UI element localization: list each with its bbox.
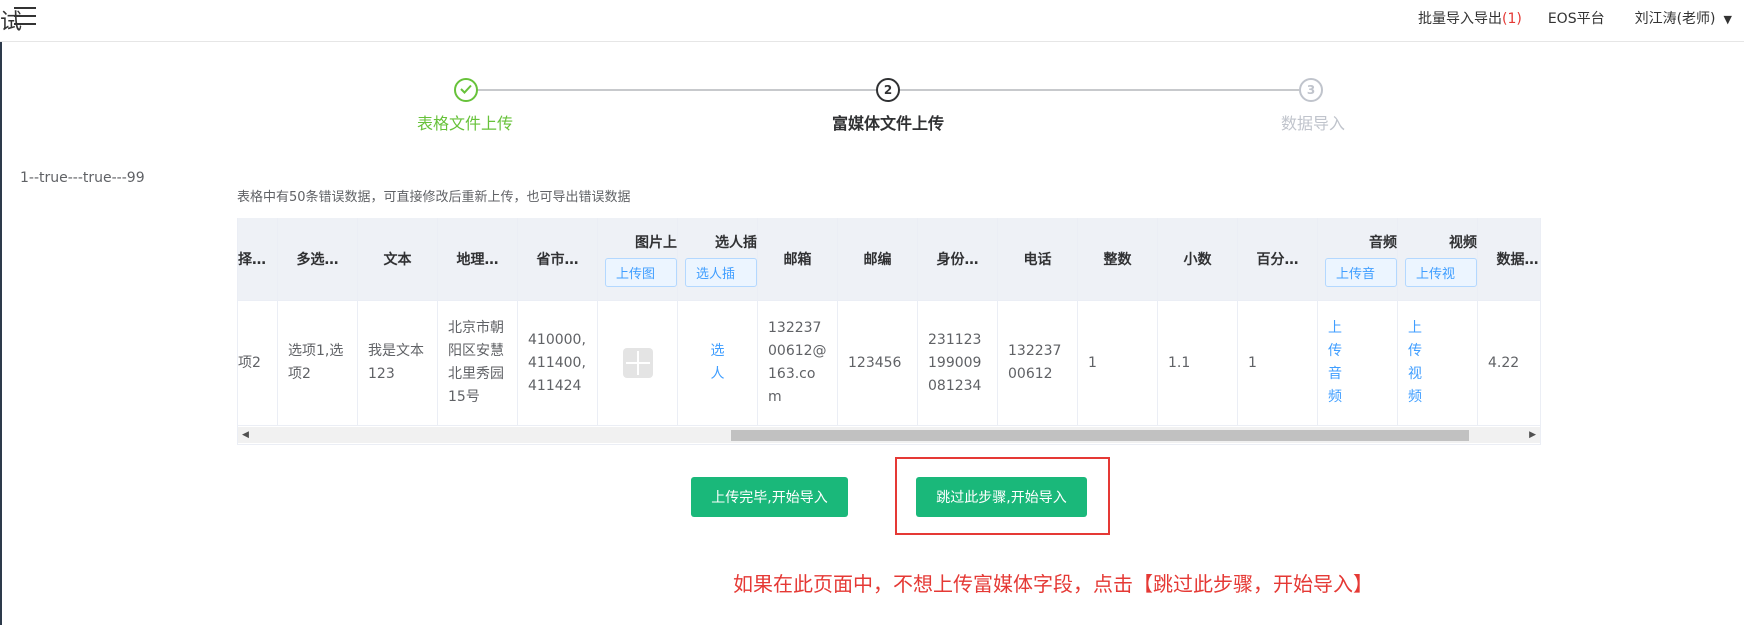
batch-import-export-label: 批量导入导出 [1417, 11, 1502, 27]
col-header-multi-choice: 多选… [278, 218, 358, 300]
debug-text: 1--true---true---99 [20, 170, 145, 186]
upload-audio-char: 传 [1328, 343, 1342, 359]
col-header-percent: 百分… [1238, 218, 1318, 300]
cell-person: 选人 [678, 301, 758, 425]
cell-email: 13223700612@163.com [758, 301, 838, 425]
col-header-zip: 邮编 [838, 218, 918, 300]
upload-audio-link[interactable]: 上 传 音 频 [1328, 317, 1344, 409]
step-1-check-icon [454, 78, 478, 102]
cell-phone: 13223700612 [998, 301, 1078, 425]
image-placeholder-icon[interactable] [622, 348, 653, 378]
col-header-phone: 电话 [998, 218, 1078, 300]
upload-video-button[interactable]: 上传视 [1405, 257, 1477, 287]
data-table: 择… 多选… 文本 地理… 省市… 图片上 上传图 选人插 选人插 邮箱 邮编 … [237, 218, 1541, 445]
select-person-button[interactable]: 选人插 [685, 257, 757, 287]
upload-audio-char: 上 [1328, 320, 1342, 336]
eos-platform-link[interactable]: EOS平台 [1548, 8, 1605, 28]
cell-multi-choice: 选项1,选项2 [278, 301, 358, 425]
col-header-single-choice: 择… [238, 218, 278, 300]
col-header-audio: 音频 上传音 [1318, 218, 1398, 300]
header-actions: 批量导入导出(1) EOS平台 刘江涛(老师) ▼ [1418, 0, 1744, 36]
cell-text: 我是文本123 [358, 301, 438, 425]
cell-image [598, 301, 678, 425]
col-header-person-label: 选人插 [715, 234, 757, 251]
step-2-number: 2 [876, 78, 900, 102]
col-header-audio-label: 音频 [1369, 234, 1397, 251]
col-header-idcard: 身份… [918, 218, 998, 300]
user-name: 刘江涛(老师) [1634, 11, 1716, 27]
top-bar: 试 批量导入导出(1) EOS平台 刘江涛(老师) ▼ [0, 0, 1744, 42]
cell-audio: 上 传 音 频 [1318, 301, 1398, 425]
step-connector [899, 89, 1299, 91]
col-header-image-label: 图片上 [635, 234, 677, 251]
cell-video: 上 传 视 频 [1398, 301, 1478, 425]
cell-idcard: 231123199009081234 [918, 301, 998, 425]
hamburger-menu-icon[interactable] [14, 7, 38, 27]
upload-done-start-import-button[interactable]: 上传完毕,开始导入 [691, 477, 848, 517]
col-header-data: 数据… [1478, 218, 1540, 300]
upload-audio-char: 音 [1328, 366, 1342, 382]
step-connector [476, 89, 877, 91]
upload-audio-button[interactable]: 上传音 [1325, 257, 1397, 287]
upload-video-char: 视 [1408, 366, 1422, 382]
col-header-person: 选人插 选人插 [678, 218, 758, 300]
upload-video-char: 频 [1408, 389, 1422, 405]
col-header-video-label: 视频 [1449, 234, 1477, 251]
cell-percent: 1 [1238, 301, 1318, 425]
user-menu[interactable]: 刘江涛(老师) ▼ [1635, 8, 1732, 28]
cell-region: 410000,411400,411424 [518, 301, 598, 425]
col-header-text: 文本 [358, 218, 438, 300]
col-header-image: 图片上 上传图 [598, 218, 678, 300]
error-notice: 表格中有50条错误数据，可直接修改后重新上传，也可导出错误数据 [237, 190, 631, 205]
col-header-geo: 地理… [438, 218, 518, 300]
upload-video-char: 上 [1408, 320, 1422, 336]
table-header-row: 择… 多选… 文本 地理… 省市… 图片上 上传图 选人插 选人插 邮箱 邮编 … [238, 218, 1540, 300]
upload-video-char: 传 [1408, 343, 1422, 359]
select-person-link[interactable]: 选人 [710, 340, 726, 386]
cell-single-choice: 项2 [238, 301, 278, 425]
sidebar-edge [0, 42, 2, 625]
cell-data: 4.22 [1478, 301, 1540, 425]
table-row: 项2 选项1,选项2 我是文本123 北京市朝阳区安慧北里秀园15号 41000… [238, 300, 1540, 426]
upload-image-button[interactable]: 上传图 [605, 257, 677, 287]
cell-zip: 123456 [838, 301, 918, 425]
cell-integer: 1 [1078, 301, 1158, 425]
scrollbar-thumb[interactable] [731, 430, 1469, 441]
step-2-title: 富媒体文件上传 [832, 114, 945, 133]
cell-decimal: 1.1 [1158, 301, 1238, 425]
scroll-left-icon[interactable]: ◀ [242, 427, 249, 443]
col-header-decimal: 小数 [1158, 218, 1238, 300]
batch-import-export-link[interactable]: 批量导入导出(1) [1418, 8, 1522, 28]
upload-video-link[interactable]: 上 传 视 频 [1408, 317, 1424, 409]
annotation-hint: 如果在此页面中，不想上传富媒体字段，点击【跳过此步骤，开始导入】 [733, 572, 1373, 596]
chevron-down-icon: ▼ [1723, 13, 1732, 26]
col-header-region: 省市… [518, 218, 598, 300]
col-header-integer: 整数 [1078, 218, 1158, 300]
cell-geo: 北京市朝阳区安慧北里秀园15号 [438, 301, 518, 425]
upload-audio-char: 频 [1328, 389, 1342, 405]
horizontal-scrollbar[interactable]: ◀ ▶ [238, 427, 1540, 443]
skip-step-start-import-button[interactable]: 跳过此步骤,开始导入 [916, 477, 1087, 517]
col-header-video: 视频 上传视 [1398, 218, 1478, 300]
step-3-number: 3 [1299, 78, 1323, 102]
step-3-title: 数据导入 [1281, 114, 1346, 133]
scroll-right-icon[interactable]: ▶ [1529, 427, 1536, 443]
step-1-title: 表格文件上传 [417, 114, 514, 133]
batch-count-badge: (1) [1501, 11, 1522, 27]
col-header-email: 邮箱 [758, 218, 838, 300]
